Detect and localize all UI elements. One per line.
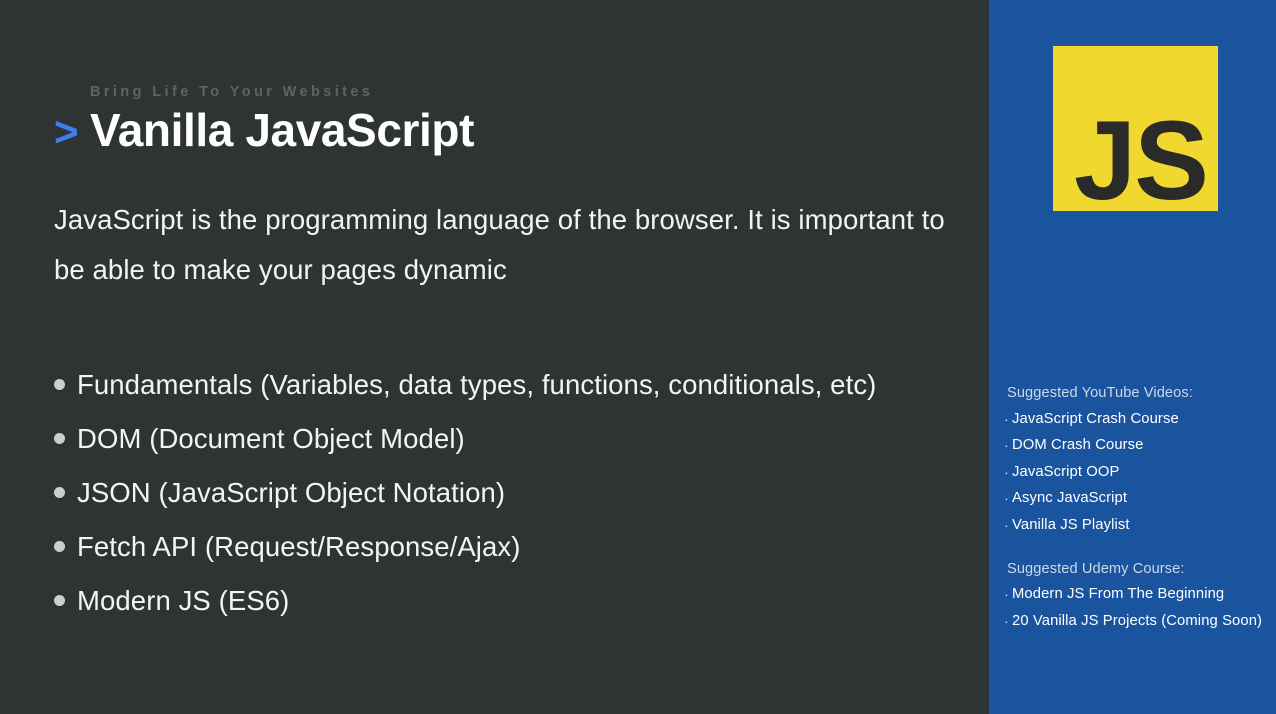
slide: Bring Life To Your Websites > Vanilla Ja… [0,0,1276,714]
list-item-label: JavaScript Crash Course [1012,410,1179,427]
resource-list: · Modern JS From The Beginning · 20 Vani… [1001,583,1268,633]
resource-group-udemy: Suggested Udemy Course: · Modern JS From… [1001,561,1268,633]
bullet-dot-icon [54,486,65,498]
javascript-logo-label: JS [1074,98,1209,223]
bullet-tick-icon: · [1004,586,1009,602]
slide-description: JavaScript is the programming language o… [54,204,945,286]
slide-title-row: > Vanilla JavaScript [54,107,989,165]
bullet-dot-icon [54,540,65,552]
list-item[interactable]: · Vanilla JS Playlist [1001,514,1268,537]
list-item-label: Vanilla JS Playlist [1012,516,1130,533]
bullet-tick-icon: · [1004,463,1009,480]
list-item: Fetch API (Request/Response/Ajax) [54,519,989,573]
list-item: Modern JS (ES6) [54,573,989,627]
list-item[interactable]: · JavaScript Crash Course [1001,408,1268,431]
main-content: Bring Life To Your Websites > Vanilla Ja… [0,0,989,714]
topic-list: Fundamentals (Variables, data types, fun… [54,357,989,627]
list-item-label: Async JavaScript [1012,490,1128,506]
list-item-label: JSON (JavaScript Object Notation) [77,476,506,508]
list-item-label: Fundamentals (Variables, data types, fun… [77,368,877,400]
list-item: JSON (JavaScript Object Notation) [54,465,989,519]
sidebar: JS Suggested YouTube Videos: · JavaScrip… [989,0,1276,714]
list-item-label: DOM (Document Object Model) [77,422,465,454]
list-item-label: Fetch API (Request/Response/Ajax) [77,530,521,562]
javascript-logo-icon: JS [1053,46,1218,217]
bullet-tick-icon: · [1004,437,1009,453]
resource-group-title: Suggested Udemy Course: [1007,560,1185,577]
list-item-label: JavaScript OOP [1012,463,1120,480]
list-item[interactable]: · JavaScript OOP [1001,461,1268,484]
list-item[interactable]: · Async JavaScript [1001,487,1268,510]
bullet-tick-icon: · [1004,612,1009,629]
list-item: DOM (Document Object Model) [54,411,989,465]
chevron-right-icon: > [54,108,79,156]
list-item[interactable]: · Modern JS From The Beginning [1001,583,1268,606]
list-item-label: Modern JS (ES6) [77,584,290,616]
resource-list: · JavaScript Crash Course · DOM Crash Co… [1001,408,1268,537]
bullet-dot-icon [54,432,65,444]
resource-group-title: Suggested YouTube Videos: [1007,385,1193,401]
sidebar-resources: Suggested YouTube Videos: · JavaScript C… [989,385,1276,636]
list-item-label: Modern JS From The Beginning [1012,586,1225,602]
page-title: Vanilla JavaScript [90,104,475,157]
list-item-label: 20 Vanilla JS Projects (Coming Soon) [1012,612,1263,629]
bullet-tick-icon: · [1004,410,1009,427]
list-item: Fundamentals (Variables, data types, fun… [54,357,989,411]
bullet-tick-icon: · [1004,516,1009,533]
list-item-label: DOM Crash Course [1012,437,1144,453]
resource-group-youtube: Suggested YouTube Videos: · JavaScript C… [1001,385,1268,537]
bullet-tick-icon: · [1004,490,1009,506]
bullet-dot-icon [54,378,65,390]
bullet-dot-icon [54,594,65,606]
list-item[interactable]: · 20 Vanilla JS Projects (Coming Soon) [1001,610,1268,633]
list-item[interactable]: · DOM Crash Course [1001,434,1268,457]
slide-kicker: Bring Life To Your Websites [90,84,374,100]
